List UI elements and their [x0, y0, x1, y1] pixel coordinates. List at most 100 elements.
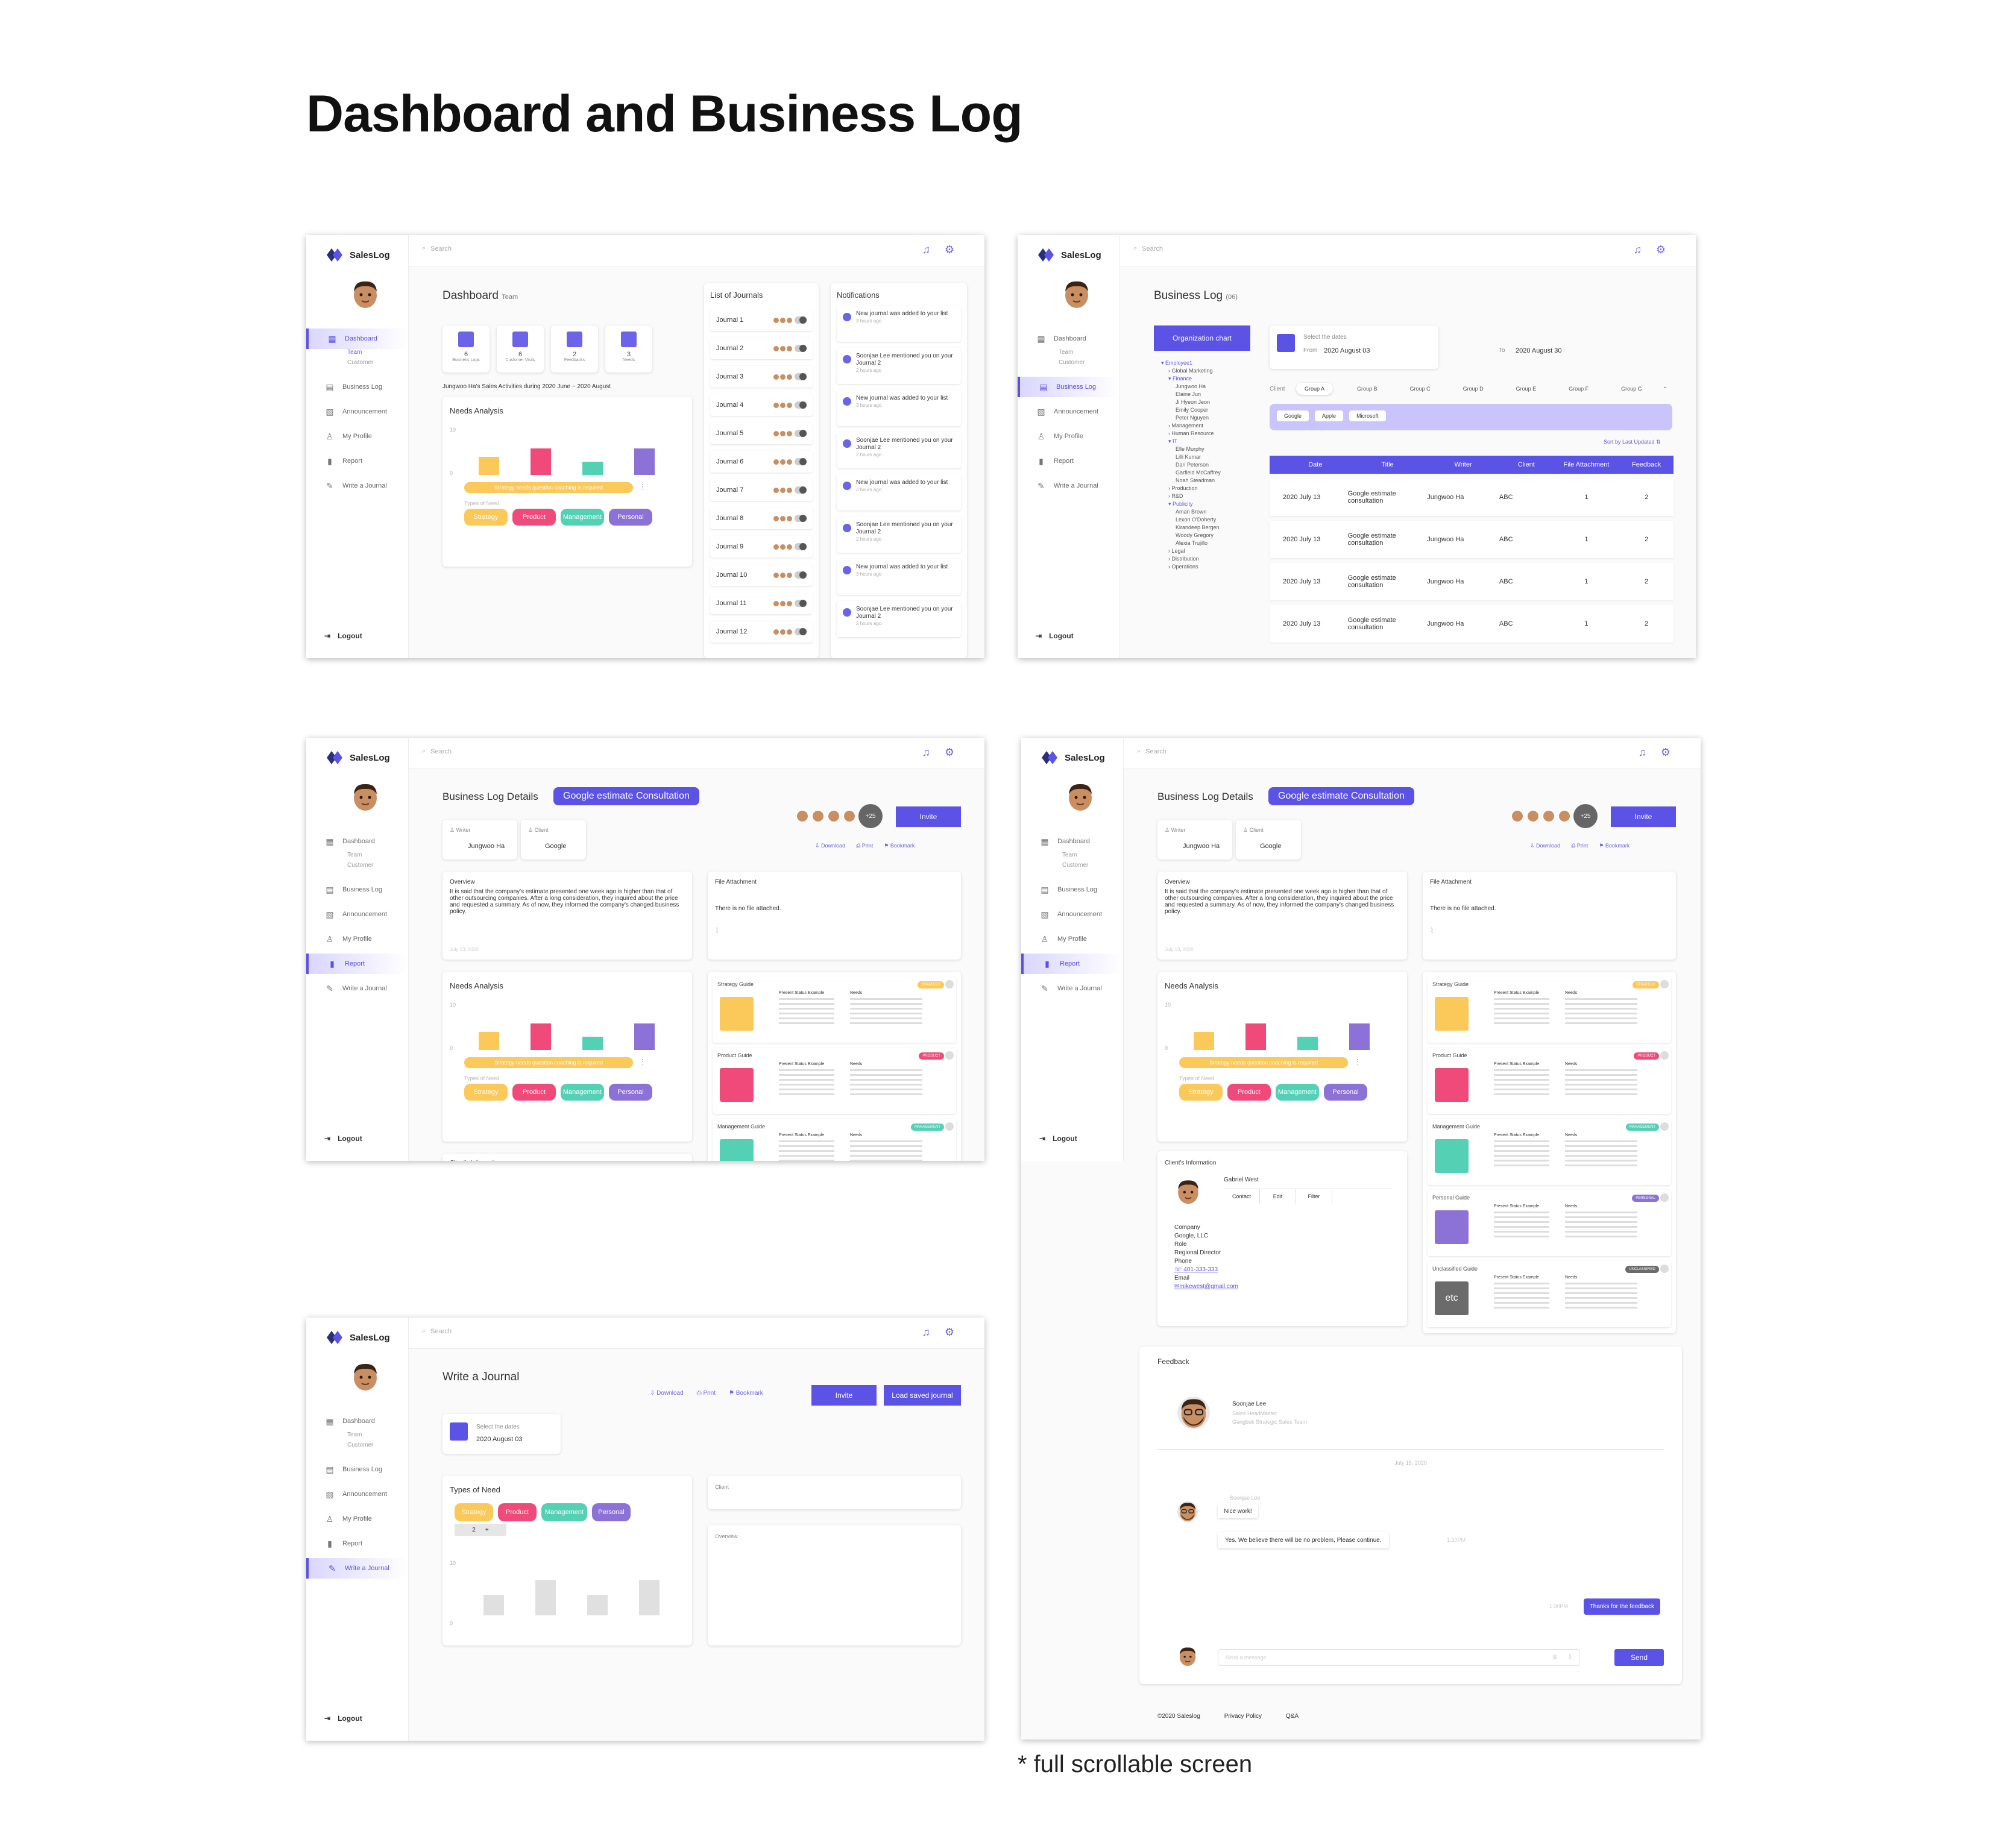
invite-button[interactable]: Invite — [1611, 806, 1676, 827]
download-link[interactable]: ⇩ Download — [815, 843, 845, 849]
nav-report[interactable]: ▮ Report — [1018, 451, 1119, 471]
journal-toggle[interactable] — [795, 458, 807, 465]
logo[interactable]: SalesLog — [1036, 245, 1101, 265]
nav-announcement[interactable]: ▧ Announcement — [306, 904, 408, 925]
journal-toggle[interactable] — [795, 401, 807, 409]
client-chip[interactable]: Google — [1277, 410, 1309, 421]
nav-announcement[interactable]: ▧ Announcement — [306, 401, 408, 422]
need-type-management[interactable]: Management — [1276, 1084, 1319, 1101]
column-header[interactable]: File Attachment — [1554, 461, 1620, 468]
avatar[interactable] — [350, 278, 381, 310]
to-value[interactable]: 2020 August 30 — [1516, 347, 1561, 354]
journal-toggle[interactable] — [795, 628, 807, 635]
group-chip[interactable]: Group E — [1508, 383, 1545, 395]
send-button[interactable]: Send — [1614, 1649, 1664, 1666]
nav-sub-team[interactable]: Team — [347, 1430, 362, 1440]
gear-icon[interactable]: ⚙ — [945, 1326, 954, 1339]
column-header[interactable]: Title — [1348, 461, 1428, 468]
journal-toggle[interactable] — [795, 316, 807, 324]
nav-sub-team[interactable]: Team — [1059, 347, 1073, 357]
info-icon[interactable] — [1660, 1122, 1669, 1131]
need-type-product[interactable]: Product — [512, 509, 556, 526]
tree-node[interactable]: Ji Hyeon Jeon — [1161, 398, 1221, 406]
plus-icon[interactable]: + — [485, 1527, 489, 1533]
date-selector[interactable]: Select the dates From 2020 August 03 — [1270, 325, 1438, 369]
need-type-personal[interactable]: Personal — [592, 1503, 631, 1521]
nav-my-profile[interactable]: ♙ My Profile — [306, 929, 408, 949]
column-header[interactable]: Writer — [1427, 461, 1499, 468]
group-chip[interactable]: Group B — [1349, 383, 1386, 395]
tree-node[interactable]: › Production — [1161, 485, 1221, 492]
need-type-product[interactable]: Product — [512, 1084, 556, 1101]
journal-item[interactable]: Journal 9 — [710, 536, 813, 558]
tree-node[interactable]: Kirandeep Bergen — [1161, 524, 1221, 532]
nav-sub-customer[interactable]: Customer — [1059, 357, 1085, 368]
need-type-personal[interactable]: Personal — [1324, 1084, 1367, 1101]
need-type-product[interactable]: Product — [1227, 1084, 1271, 1101]
journal-toggle[interactable] — [795, 430, 807, 437]
column-header[interactable]: Client — [1499, 461, 1554, 468]
nav-announcement[interactable]: ▧ Announcement — [1018, 401, 1119, 422]
participants[interactable]: +25 — [1511, 804, 1598, 828]
bell-icon[interactable]: ♫ — [922, 1326, 931, 1339]
paperclip-icon[interactable]: ⌇ — [1569, 1653, 1572, 1661]
notification-item[interactable]: New journal was added to your list 3 hour… — [837, 559, 961, 595]
guide-card[interactable]: Product Guide PRODUCT Present Status Examp… — [1428, 1048, 1671, 1114]
nav-report[interactable]: ▮ Report — [306, 451, 408, 471]
notification-item[interactable]: New journal was added to your list 3 hour… — [837, 390, 961, 426]
nav-business-log[interactable]: ▤ Business Log — [1018, 377, 1119, 397]
info-icon[interactable] — [945, 1051, 954, 1060]
info-icon[interactable] — [945, 1122, 954, 1131]
paperclip-icon[interactable]: ⌇ — [715, 926, 719, 936]
guide-card[interactable]: Personal Guide PERSONAL Present Status Exa… — [1428, 1190, 1671, 1256]
column-header[interactable]: Date — [1270, 461, 1348, 468]
tree-node[interactable]: Elle Murphy — [1161, 445, 1221, 453]
journal-item[interactable]: Journal 10 — [710, 564, 813, 586]
emoji-icon[interactable]: ☺ — [1552, 1653, 1558, 1661]
tree-node[interactable]: Peter Nguyen — [1161, 414, 1221, 422]
journal-item[interactable]: Journal 8 — [710, 508, 813, 529]
tree-node[interactable]: Aman Brown — [1161, 508, 1221, 516]
tree-node[interactable]: › R&D — [1161, 492, 1221, 500]
need-type-strategy[interactable]: Strategy — [464, 1084, 508, 1101]
journal-item[interactable]: Journal 6 — [710, 451, 813, 473]
need-type-management[interactable]: Management — [561, 1084, 604, 1101]
stat-card[interactable]: 6 Customer Visits — [497, 325, 544, 372]
tree-node[interactable]: Garfield McCaffrey — [1161, 469, 1221, 477]
download-link[interactable]: ⇩ Download — [650, 1390, 684, 1397]
contact-button[interactable]: Contact — [1224, 1189, 1260, 1204]
nav-write-journal[interactable]: ✎ Write a Journal — [306, 978, 408, 999]
need-type-management[interactable]: Management — [541, 1503, 587, 1521]
notification-item[interactable]: New journal was added to your list 3 hour… — [837, 306, 961, 342]
overview-field[interactable]: Overview — [708, 1525, 961, 1645]
from-value[interactable]: 2020 August 03 — [1324, 347, 1370, 354]
sliders-icon[interactable]: ⫶ — [1356, 1057, 1359, 1067]
nav-announcement[interactable]: ▧ Announcement — [306, 1484, 408, 1504]
info-icon[interactable] — [945, 980, 954, 988]
info-icon[interactable] — [1660, 1051, 1669, 1060]
tree-node[interactable]: Elaine Jun — [1161, 391, 1221, 398]
info-icon[interactable] — [1660, 980, 1669, 988]
notification-item[interactable]: Soonjae Lee mentioned you on your Journa… — [837, 432, 961, 468]
tree-node[interactable]: › Distribution — [1161, 555, 1221, 563]
column-header[interactable]: Feedback — [1619, 461, 1674, 468]
bookmark-link[interactable]: ⚑ Bookmark — [1599, 843, 1629, 849]
qa-link[interactable]: Q&A — [1286, 1713, 1299, 1720]
tree-node[interactable]: › Management — [1161, 422, 1221, 430]
notification-item[interactable]: Soonjae Lee mentioned you on your Journa… — [837, 348, 961, 384]
tree-node[interactable]: ▾ IT — [1161, 438, 1221, 445]
nav-business-log[interactable]: ▤ Business Log — [306, 377, 408, 397]
nav-my-profile[interactable]: ♙ My Profile — [1018, 426, 1119, 447]
journal-toggle[interactable] — [795, 486, 807, 494]
search-bar[interactable]: ⌕ Search — [422, 1327, 452, 1335]
nav-write-journal[interactable]: ✎ Write a Journal — [306, 476, 408, 496]
need-type-product[interactable]: Product — [498, 1503, 537, 1521]
notification-item[interactable]: New journal was added to your list 3 hour… — [837, 474, 961, 511]
edit-button[interactable]: Edit — [1260, 1189, 1296, 1204]
message-input[interactable]: Send a message ☺ ⌇ — [1218, 1649, 1579, 1666]
info-icon[interactable] — [1660, 1265, 1669, 1273]
table-row[interactable]: 2020 July 13 Google estimate consultation… — [1270, 563, 1674, 600]
logout-button[interactable]: ⇥ Logout — [324, 1134, 362, 1143]
tree-node[interactable]: Dan Peterson — [1161, 461, 1221, 469]
tree-node[interactable]: Jungwoo Ha — [1161, 383, 1221, 391]
